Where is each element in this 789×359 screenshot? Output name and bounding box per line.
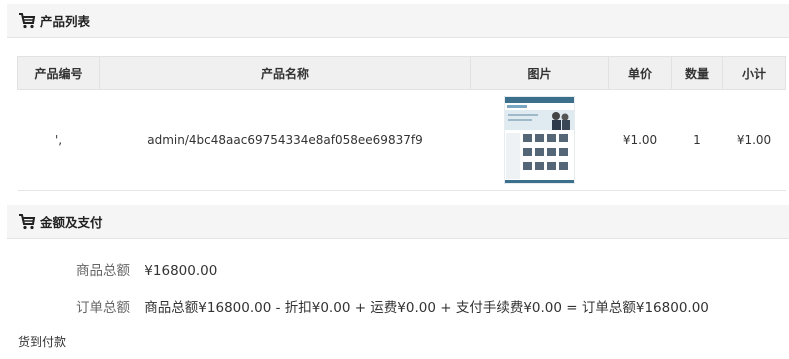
column-header-subtotal: 小计 [722,56,786,90]
table-row: ', admin/4bc48aac69754334e8af058ee69837f… [17,89,786,191]
order-total-row: 订单总额 商品总额¥16800.00 - 折扣¥0.00 + 运费¥0.00 +… [76,296,709,316]
product-image-cell [470,89,609,191]
product-code: ', [17,89,100,191]
unit-price: ¥1.00 [608,89,672,191]
product-name[interactable]: admin/4bc48aac69754334e8af058ee69837f9 [99,89,471,191]
product-thumbnail[interactable] [503,95,576,185]
quantity: 1 [671,89,723,191]
table-header-row: 产品编号 产品名称 图片 单价 数量 小计 [17,56,786,90]
cart-icon [18,12,36,30]
section-title: 产品列表 [40,14,91,29]
product-table: 产品编号 产品名称 图片 单价 数量 小计 ', admin/4bc48aac6… [17,56,786,191]
column-header-quantity: 数量 [671,56,723,90]
order-total-formula: 商品总额¥16800.00 - 折扣¥0.00 + 运费¥0.00 + 支付手续… [144,300,709,316]
column-header-name: 产品名称 [99,56,471,90]
payment-header: 金额及支付 [7,205,789,239]
goods-total-label: 商品总额 [76,263,130,279]
column-header-image: 图片 [470,56,609,90]
goods-total-value: ¥16800.00 [144,263,218,279]
cart-icon [18,213,36,231]
column-header-unit-price: 单价 [608,56,672,90]
goods-total-row: 商品总额 ¥16800.00 [76,259,217,279]
column-header-code: 产品编号 [17,56,100,90]
section-title: 金额及支付 [40,215,103,230]
order-total-label: 订单总额 [76,300,130,316]
subtotal: ¥1.00 [722,89,786,191]
payment-method: 货到付款 [18,335,67,349]
product-list-header: 产品列表 [7,4,789,38]
